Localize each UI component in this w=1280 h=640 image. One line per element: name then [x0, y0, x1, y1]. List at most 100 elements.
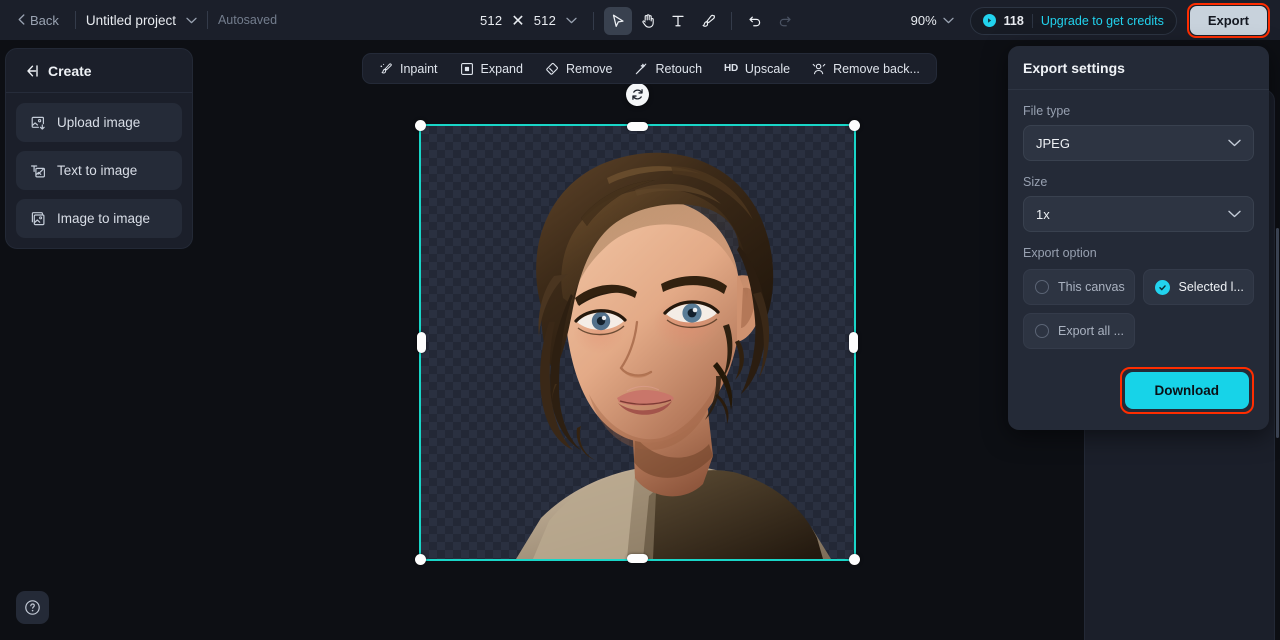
hd-upscale-icon: HD [724, 63, 738, 74]
credits-count: 118 [1003, 13, 1024, 28]
chevron-left-icon [18, 13, 25, 27]
export-option-group: This canvas Selected l... Export all ... [1023, 269, 1254, 349]
zoom-level-menu[interactable]: 90% [911, 13, 954, 28]
back-label: Back [30, 12, 59, 28]
help-circle-icon [25, 600, 40, 615]
radio-selected-check-icon [1154, 279, 1170, 295]
toolbar-label: Inpaint [400, 61, 438, 76]
inpaint-icon [379, 62, 393, 76]
chevron-down-icon [186, 17, 197, 24]
autosave-status: Autosaved [217, 13, 278, 27]
collapse-panel-icon [22, 62, 39, 79]
upload-image-icon [29, 114, 46, 131]
file-type-value: JPEG [1036, 135, 1070, 151]
text-tool[interactable] [664, 7, 692, 35]
resize-handle-top-left[interactable] [415, 120, 426, 131]
rotate-icon [632, 89, 643, 100]
help-button[interactable] [16, 591, 49, 624]
sidebar-header[interactable]: Create [6, 49, 192, 93]
selected-image[interactable] [419, 124, 856, 561]
retouch-icon [634, 62, 648, 76]
back-button[interactable]: Back [12, 9, 65, 32]
size-select[interactable]: 1x [1023, 196, 1254, 232]
expand-icon [460, 62, 474, 76]
resize-handle-right[interactable] [849, 332, 858, 353]
credit-coin-icon [982, 14, 996, 27]
export-option-label: Export option [1023, 246, 1097, 260]
sidebar-item-upload-image[interactable]: Upload image [16, 103, 182, 142]
download-button[interactable]: Download [1124, 372, 1249, 409]
export-button[interactable]: Export [1189, 6, 1267, 35]
hand-tool[interactable] [634, 7, 662, 35]
image-editor-app: Back Untitled project Autosaved 512 ✕ 51… [0, 0, 1280, 640]
divider [1031, 13, 1033, 28]
dimension-separator-icon: ✕ [511, 12, 525, 30]
project-name: Untitled project [85, 12, 176, 28]
remove-background-button[interactable]: Remove back... [802, 57, 930, 81]
sidebar-item-text-to-image[interactable]: Text to image [16, 151, 182, 190]
create-sidebar: Create Upload image Text to image Image … [5, 48, 193, 249]
size-value: 1x [1036, 206, 1050, 222]
top-bar-right: 90% 118 Upgrade to get credits Export [911, 0, 1270, 41]
export-panel-body: File type JPEG Size 1x Export option Thi… [1008, 90, 1269, 430]
inpaint-button[interactable]: Inpaint [369, 57, 448, 81]
resize-handle-top[interactable] [627, 122, 648, 131]
select-tool[interactable] [604, 6, 632, 35]
sidebar-item-label: Image to image [57, 211, 151, 226]
resize-handle-left[interactable] [417, 332, 426, 353]
chevron-down-icon [1228, 139, 1241, 147]
redo-button[interactable] [771, 7, 799, 35]
rotate-handle[interactable] [626, 83, 649, 106]
resize-handle-top-right[interactable] [849, 120, 860, 131]
resize-handle-bottom-left[interactable] [415, 554, 426, 565]
remove-background-icon [812, 62, 826, 76]
resize-handle-bottom[interactable] [627, 554, 648, 563]
download-button-wrapper: Download [1119, 367, 1254, 414]
export-option-label-text: This canvas [1058, 280, 1125, 294]
radio-unselected-icon [1035, 324, 1049, 338]
toolbar-label: Retouch [655, 61, 703, 76]
export-panel-title: Export settings [1023, 60, 1125, 76]
zoom-level-value: 90% [910, 13, 937, 28]
remove-button[interactable]: Remove [535, 57, 623, 81]
canvas-size-menu[interactable]: 512 ✕ 512 [480, 11, 577, 31]
tool-group [604, 6, 799, 35]
top-bar: Back Untitled project Autosaved 512 ✕ 51… [0, 0, 1280, 41]
remove-icon [545, 62, 559, 76]
chevron-down-icon [566, 17, 577, 24]
export-option-label-text: Export all ... [1058, 324, 1124, 338]
export-option-selected-layer[interactable]: Selected l... [1142, 269, 1254, 305]
resize-handle-bottom-right[interactable] [849, 554, 860, 565]
canvas-height-value: 512 [533, 13, 556, 28]
sidebar-item-label: Text to image [57, 163, 138, 178]
size-label: Size [1023, 175, 1048, 189]
sidebar-item-label: Upload image [57, 115, 141, 130]
canvas-tools-toolbar: Inpaint Expand Remove Retouch HD Upscale [362, 53, 937, 84]
radio-unselected-icon [1035, 280, 1049, 294]
export-option-this-canvas[interactable]: This canvas [1023, 269, 1135, 305]
brush-tool[interactable] [694, 7, 722, 35]
export-button-wrapper: Export [1186, 3, 1270, 38]
export-option-export-all[interactable]: Export all ... [1023, 313, 1135, 349]
sidebar-items: Upload image Text to image Image to imag… [6, 93, 192, 248]
divider [731, 11, 732, 30]
credits-pill[interactable]: 118 Upgrade to get credits [969, 6, 1177, 35]
vertical-scrollbar[interactable] [1276, 228, 1279, 438]
project-name-menu[interactable]: Untitled project [86, 13, 197, 28]
export-option-label-text: Selected l... [1178, 280, 1244, 294]
image-to-image-icon [29, 210, 46, 227]
toolbar-label: Expand [480, 61, 523, 76]
selection-frame[interactable] [415, 83, 860, 565]
download-row: Download [1023, 367, 1254, 414]
undo-button[interactable] [741, 7, 769, 35]
upscale-button[interactable]: HD Upscale [714, 57, 800, 81]
chevron-down-icon [1228, 210, 1241, 218]
toolbar-label: Remove back... [833, 61, 920, 76]
export-panel-header: Export settings [1008, 46, 1269, 90]
toolbar-label: Remove [565, 61, 613, 76]
retouch-button[interactable]: Retouch [624, 57, 712, 81]
sidebar-item-image-to-image[interactable]: Image to image [16, 199, 182, 238]
export-settings-panel: Export settings File type JPEG Size 1x E… [1008, 46, 1269, 430]
file-type-select[interactable]: JPEG [1023, 125, 1254, 161]
expand-button[interactable]: Expand [450, 57, 533, 81]
